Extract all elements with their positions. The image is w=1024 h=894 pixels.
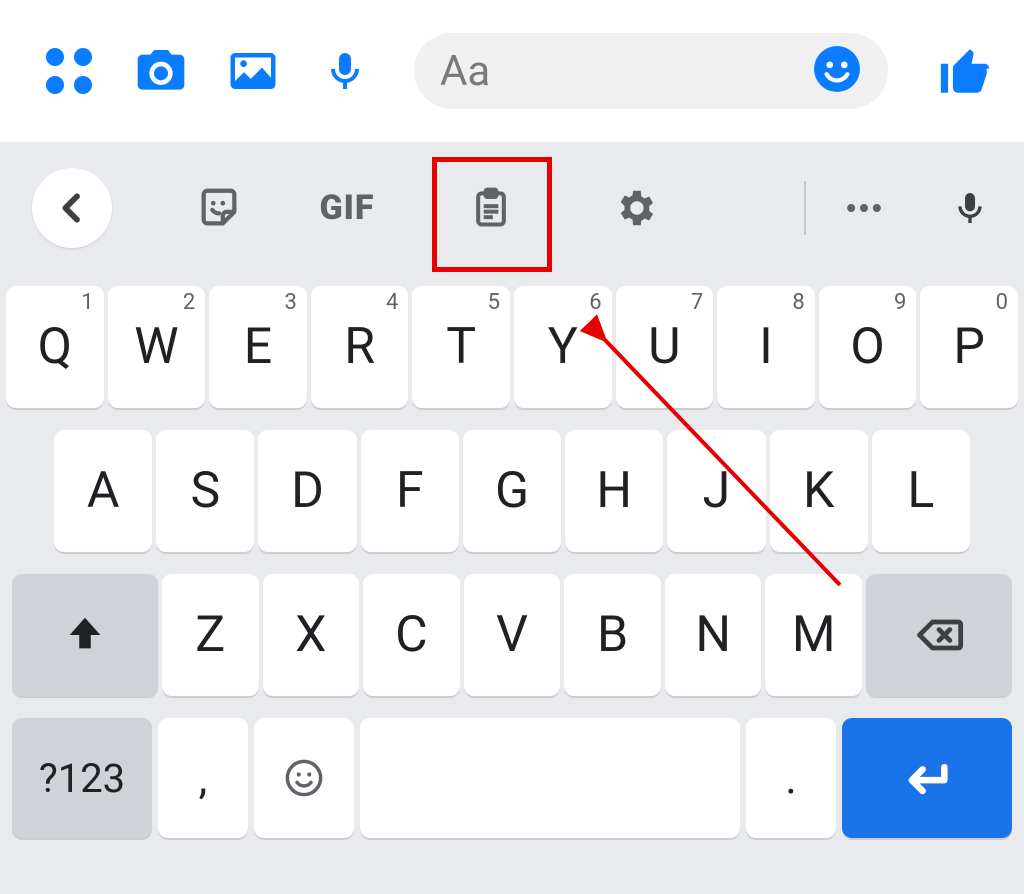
apps-icon[interactable] bbox=[40, 42, 98, 100]
message-placeholder: Aa bbox=[440, 47, 490, 96]
key-x[interactable]: X bbox=[263, 574, 360, 696]
clipboard-icon[interactable] bbox=[436, 168, 546, 248]
key-t[interactable]: 5T bbox=[412, 286, 510, 408]
comma-key[interactable]: , bbox=[158, 718, 248, 838]
key-i[interactable]: 8I bbox=[717, 286, 815, 408]
key-z[interactable]: Z bbox=[162, 574, 259, 696]
symbols-key[interactable]: ?123 bbox=[12, 718, 152, 838]
sticker-icon[interactable] bbox=[164, 168, 274, 248]
more-icon[interactable] bbox=[824, 168, 904, 248]
key-row-3: ZXCVBNM bbox=[6, 574, 1018, 696]
key-row-4: ?123 , . bbox=[6, 718, 1018, 838]
key-p[interactable]: 0P bbox=[920, 286, 1018, 408]
thumbs-up-icon[interactable] bbox=[936, 42, 994, 100]
key-c[interactable]: C bbox=[363, 574, 460, 696]
key-row-2: ASDFGHJKL bbox=[6, 430, 1018, 552]
key-e[interactable]: 3E bbox=[209, 286, 307, 408]
emoji-icon[interactable] bbox=[812, 44, 862, 98]
collapse-button[interactable] bbox=[32, 168, 112, 248]
key-j[interactable]: J bbox=[667, 430, 765, 552]
microphone-icon[interactable] bbox=[316, 42, 374, 100]
keyboard-keys: 1Q2W3E4R5T6Y7U8I9O0P ASDFGHJKL ZXCVBNM ?… bbox=[0, 268, 1024, 846]
key-h[interactable]: H bbox=[565, 430, 663, 552]
key-m[interactable]: M bbox=[765, 574, 862, 696]
camera-icon[interactable] bbox=[132, 42, 190, 100]
period-key[interactable]: . bbox=[746, 718, 836, 838]
gallery-icon[interactable] bbox=[224, 42, 282, 100]
key-w[interactable]: 2W bbox=[108, 286, 206, 408]
shift-key[interactable] bbox=[12, 574, 158, 696]
key-r[interactable]: 4R bbox=[311, 286, 409, 408]
key-d[interactable]: D bbox=[258, 430, 356, 552]
four-dots-icon bbox=[46, 48, 92, 94]
toolbar-divider bbox=[804, 181, 806, 235]
key-row-1: 1Q2W3E4R5T6Y7U8I9O0P bbox=[6, 286, 1018, 408]
gif-button[interactable]: GIF bbox=[292, 168, 402, 248]
space-key[interactable] bbox=[360, 718, 740, 838]
backspace-key[interactable] bbox=[866, 574, 1012, 696]
keyboard-toolbar: GIF bbox=[0, 148, 1024, 268]
key-g[interactable]: G bbox=[463, 430, 561, 552]
enter-key[interactable] bbox=[842, 718, 1012, 838]
settings-icon[interactable] bbox=[580, 168, 690, 248]
key-s[interactable]: S bbox=[156, 430, 254, 552]
message-input[interactable]: Aa bbox=[414, 33, 888, 109]
composer-bar: Aa bbox=[0, 0, 1024, 142]
key-n[interactable]: N bbox=[665, 574, 762, 696]
key-v[interactable]: V bbox=[464, 574, 561, 696]
key-k[interactable]: K bbox=[770, 430, 868, 552]
key-b[interactable]: B bbox=[564, 574, 661, 696]
key-q[interactable]: 1Q bbox=[6, 286, 104, 408]
key-u[interactable]: 7U bbox=[616, 286, 714, 408]
key-l[interactable]: L bbox=[872, 430, 970, 552]
key-y[interactable]: 6Y bbox=[514, 286, 612, 408]
key-f[interactable]: F bbox=[361, 430, 459, 552]
emoji-key[interactable] bbox=[254, 718, 354, 838]
voice-icon[interactable] bbox=[930, 168, 1010, 248]
key-a[interactable]: A bbox=[54, 430, 152, 552]
key-o[interactable]: 9O bbox=[819, 286, 917, 408]
keyboard: GIF 1Q2W3E4R5T6Y7U8I9O0P ASDFGHJKL ZXCVB… bbox=[0, 142, 1024, 894]
